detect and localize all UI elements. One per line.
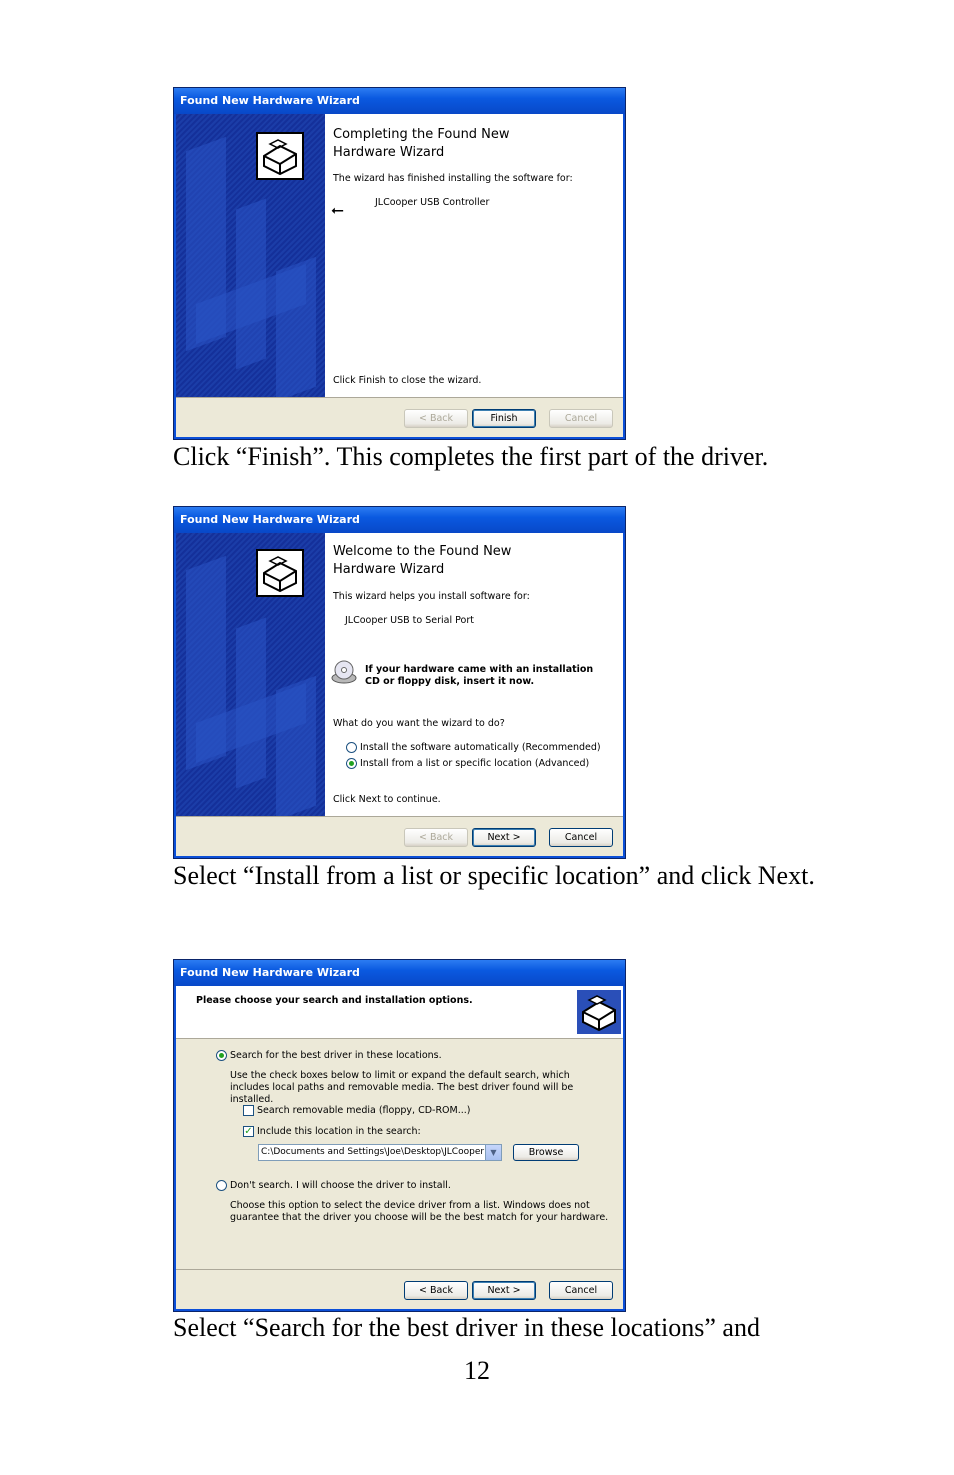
window-title: Found New Hardware Wizard bbox=[174, 507, 625, 533]
wizard-heading: Please choose your search and installati… bbox=[196, 995, 473, 1006]
option-list-label: Install from a list or specific location… bbox=[360, 758, 590, 769]
usb-icon: ⭠ bbox=[331, 200, 344, 219]
hardware-icon bbox=[577, 990, 621, 1034]
device-name: JLCooper USB to Serial Port bbox=[345, 615, 474, 626]
wizard-window-completing: Found New Hardware Wizard Completing the… bbox=[173, 87, 626, 440]
continue-text: Click Next to continue. bbox=[333, 794, 441, 805]
back-button[interactable]: < Back bbox=[404, 1281, 468, 1300]
search-description: Use the check boxes below to limit or ex… bbox=[230, 1070, 574, 1105]
page-number: 12 bbox=[464, 1356, 490, 1385]
wizard-heading: Completing the Found New Hardware Wizard bbox=[333, 127, 510, 160]
back-button[interactable]: < Back bbox=[404, 409, 468, 428]
caption-3: Select “Search for the best driver in th… bbox=[173, 1313, 760, 1342]
window-title: Found New Hardware Wizard bbox=[174, 960, 625, 986]
finished-text: The wizard has finished installing the s… bbox=[333, 173, 573, 184]
radio-install-automatically[interactable] bbox=[346, 742, 357, 753]
dont-description: Choose this option to select the device … bbox=[230, 1200, 609, 1223]
next-button[interactable]: Next > bbox=[472, 1281, 536, 1300]
cd-instruction: If your hardware came with an installati… bbox=[365, 664, 594, 687]
cancel-button[interactable]: Cancel bbox=[549, 1281, 613, 1300]
option-auto-label: Install the software automatically (Reco… bbox=[360, 742, 601, 753]
option-dont-label: Don't search. I will choose the driver t… bbox=[230, 1180, 451, 1191]
hardware-icon bbox=[256, 549, 304, 597]
chevron-down-icon[interactable]: ▼ bbox=[485, 1145, 501, 1160]
option-search-label: Search for the best driver in these loca… bbox=[230, 1050, 442, 1061]
wizard-side-banner bbox=[176, 114, 325, 397]
hardware-icon bbox=[256, 132, 304, 180]
device-name: JLCooper USB Controller bbox=[375, 197, 490, 208]
include-location-label: Include this location in the search: bbox=[257, 1126, 421, 1137]
checkbox-include-location[interactable]: ✓ bbox=[243, 1126, 254, 1137]
checkbox-removable-media[interactable] bbox=[243, 1105, 254, 1116]
cd-icon bbox=[331, 659, 357, 685]
location-value: C:\Documents and Settings\Joe\Desktop\JL… bbox=[261, 1147, 485, 1157]
location-combobox[interactable]: C:\Documents and Settings\Joe\Desktop\JL… bbox=[258, 1144, 502, 1161]
window-title: Found New Hardware Wizard bbox=[174, 88, 625, 114]
finish-button[interactable]: Finish bbox=[472, 409, 536, 428]
browse-button[interactable]: Browse bbox=[513, 1144, 579, 1161]
wizard-window-search-options: Found New Hardware Wizard Please choose … bbox=[173, 959, 626, 1312]
cancel-button[interactable]: Cancel bbox=[549, 828, 613, 847]
radio-search-best-driver[interactable] bbox=[216, 1050, 227, 1061]
caption-2: Select “Install from a list or specific … bbox=[173, 861, 815, 890]
helps-text: This wizard helps you install software f… bbox=[333, 591, 530, 602]
wizard-side-banner bbox=[176, 533, 325, 816]
back-button[interactable]: < Back bbox=[404, 828, 468, 847]
wizard-window-welcome: Found New Hardware Wizard Welcome to the… bbox=[173, 506, 626, 859]
cancel-button[interactable]: Cancel bbox=[549, 409, 613, 428]
removable-media-label: Search removable media (floppy, CD-ROM..… bbox=[257, 1105, 471, 1116]
caption-1: Click “Finish”. This completes the first… bbox=[173, 442, 769, 471]
question-text: What do you want the wizard to do? bbox=[333, 718, 505, 729]
radio-install-from-list[interactable] bbox=[346, 758, 357, 769]
wizard-heading: Welcome to the Found New Hardware Wizard bbox=[333, 544, 512, 577]
close-text: Click Finish to close the wizard. bbox=[333, 375, 482, 386]
next-button[interactable]: Next > bbox=[472, 828, 536, 847]
radio-dont-search[interactable] bbox=[216, 1180, 227, 1191]
